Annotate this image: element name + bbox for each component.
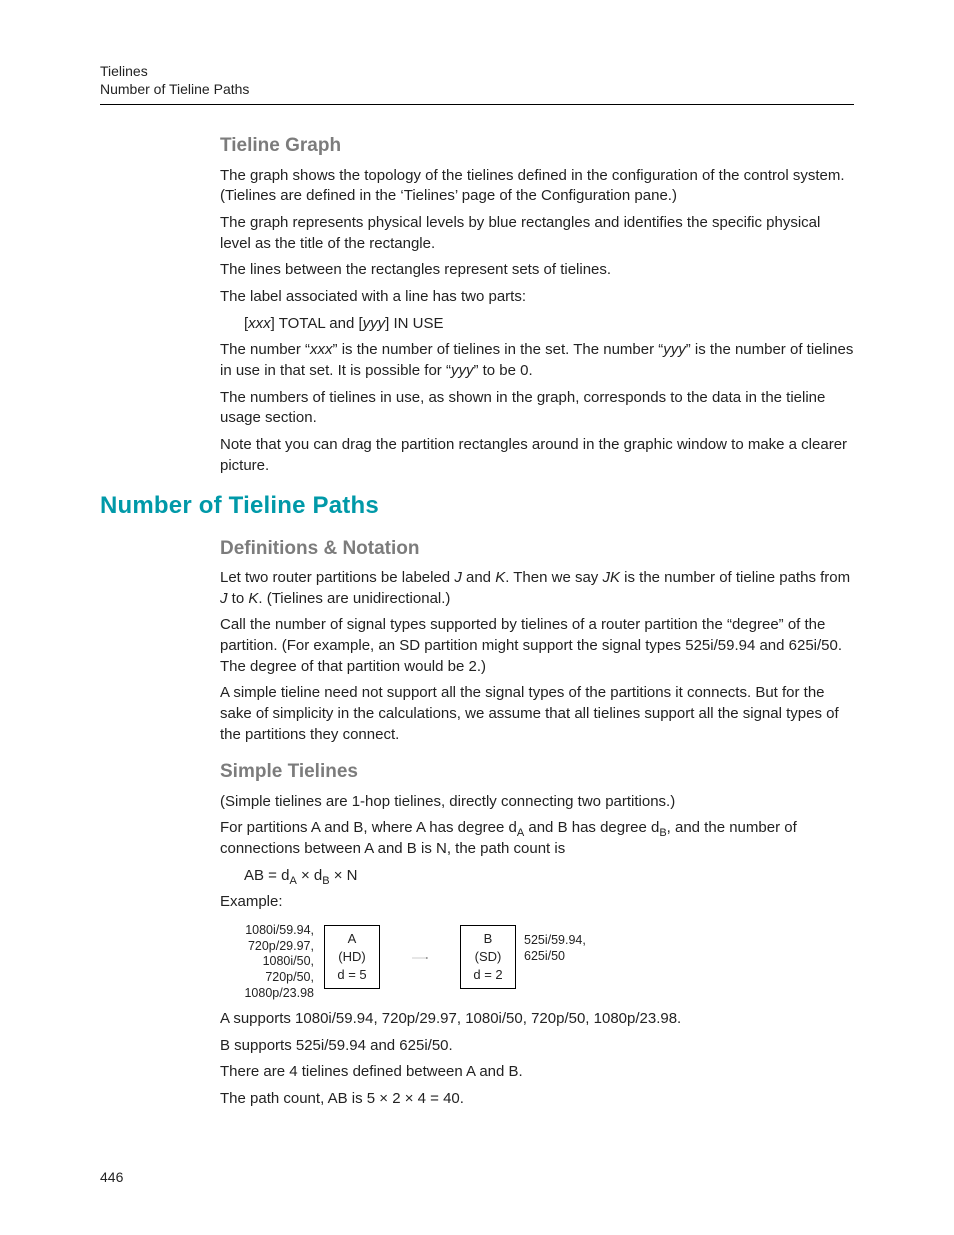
partition-b-box: B (SD) d = 2: [460, 925, 516, 989]
body-text: The graph shows the topology of the tiel…: [220, 166, 854, 207]
text: is the number of tieline paths from: [620, 569, 850, 586]
text: Let two router partitions be labeled: [220, 569, 454, 586]
header-rule: [100, 104, 854, 105]
body-text: For partitions A and B, where A has degr…: [220, 818, 854, 859]
body-text: A simple tieline need not support all th…: [220, 683, 854, 745]
text: × d: [297, 867, 322, 884]
var-xxx: xxx: [310, 341, 333, 358]
var-yyy: yyy: [451, 362, 474, 379]
var-xxx: xxx: [248, 315, 271, 332]
heading-simple-tielines: Simple Tielines: [220, 759, 854, 785]
partition-a-box: A (HD) d = 5: [324, 925, 380, 989]
running-header: Tielines Number of Tieline Paths: [100, 62, 854, 98]
text: The number “: [220, 341, 310, 358]
var-j: J: [454, 569, 462, 586]
body-text: The numbers of tielines in use, as shown…: [220, 388, 854, 429]
body-text: The label associated with a line has two…: [220, 287, 854, 308]
text: AB = d: [244, 867, 289, 884]
body-text: (Simple tielines are 1-hop tielines, dir…: [220, 792, 854, 813]
text: For partitions A and B, where A has degr…: [220, 819, 517, 836]
partition-a-degree: d = 5: [325, 966, 379, 984]
text: and: [462, 569, 495, 586]
var-yyy: yyy: [363, 315, 386, 332]
partition-a-signal-list: 1080i/59.94, 720p/29.97, 1080i/50, 720p/…: [236, 923, 314, 1001]
var-jk: JK: [602, 569, 620, 586]
body-text: Call the number of signal types supporte…: [220, 615, 854, 677]
body-text: There are 4 tielines defined between A a…: [220, 1062, 854, 1083]
partition-b-type: (SD): [461, 948, 515, 966]
text: ” to be 0.: [473, 362, 532, 379]
text: and B has degree d: [524, 819, 659, 836]
body-text-indent: [xxx] TOTAL and [yyy] IN USE: [244, 314, 854, 335]
text: to: [228, 590, 249, 607]
heading-number-of-tieline-paths: Number of Tieline Paths: [100, 489, 854, 522]
var-yyy: yyy: [663, 341, 686, 358]
body-text: Note that you can drag the partition rec…: [220, 435, 854, 476]
var-k: K: [248, 590, 258, 607]
body-text: The path count, AB is 5 × 2 × 4 = 40.: [220, 1089, 854, 1110]
subscript-a: A: [289, 875, 296, 887]
partition-b-degree: d = 2: [461, 966, 515, 984]
text: × N: [330, 867, 358, 884]
header-line1: Tielines: [100, 62, 854, 80]
text: . (Tielines are unidirectional.): [258, 590, 450, 607]
partition-a-type: (HD): [325, 948, 379, 966]
heading-tieline-graph: Tieline Graph: [220, 133, 854, 159]
partition-b-signal-list: 525i/59.94, 625i/50: [524, 933, 586, 964]
page-number: 446: [100, 1168, 123, 1187]
example-label: Example:: [220, 892, 854, 913]
subscript-b: B: [322, 875, 329, 887]
text: ] IN USE: [385, 315, 443, 332]
body-text: The number “xxx” is the number of tielin…: [220, 340, 854, 381]
heading-definitions-notation: Definitions & Notation: [220, 536, 854, 562]
formula: AB = dA × dB × N: [244, 866, 854, 887]
var-j: J: [220, 590, 228, 607]
partition-b-name: B: [461, 930, 515, 948]
text: ] TOTAL and [: [271, 315, 363, 332]
text: . Then we say: [505, 569, 602, 586]
text: ” is the number of tielines in the set. …: [333, 341, 664, 358]
body-text: B supports 525i/59.94 and 625i/50.: [220, 1036, 854, 1057]
subscript-b: B: [659, 827, 666, 839]
tieline-diagram: 1080i/59.94, 720p/29.97, 1080i/50, 720p/…: [244, 919, 854, 999]
partition-a-name: A: [325, 930, 379, 948]
header-line2: Number of Tieline Paths: [100, 80, 854, 98]
body-text: The lines between the rectangles represe…: [220, 260, 854, 281]
arrow-icon: [380, 957, 460, 959]
body-text: Let two router partitions be labeled J a…: [220, 568, 854, 609]
body-text: A supports 1080i/59.94, 720p/29.97, 1080…: [220, 1009, 854, 1030]
var-k: K: [495, 569, 505, 586]
body-text: The graph represents physical levels by …: [220, 213, 854, 254]
